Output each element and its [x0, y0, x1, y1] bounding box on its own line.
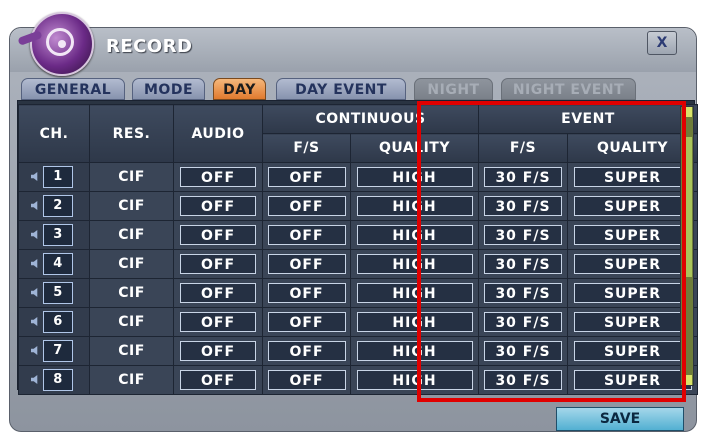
channel-cell[interactable]: 6	[18, 307, 90, 337]
continuous-fs-select[interactable]: OFF	[267, 341, 346, 361]
res-cell: CIF	[89, 278, 174, 308]
speaker-icon	[31, 375, 38, 384]
channel-button[interactable]: 6	[31, 311, 73, 333]
audio-cell: OFF	[173, 336, 263, 366]
channel-cell[interactable]: 3	[18, 220, 90, 250]
speaker-icon	[31, 230, 38, 239]
channel-button[interactable]: 7	[31, 340, 73, 362]
res-cell: CIF	[89, 365, 174, 395]
channel-cell[interactable]: 4	[18, 249, 90, 279]
continuous-fs-select[interactable]: OFF	[267, 283, 346, 303]
cont-fs-cell: OFF	[262, 365, 351, 395]
channel-number: 8	[53, 372, 63, 387]
audio-select[interactable]: OFF	[180, 370, 256, 390]
continuous-fs-select[interactable]: OFF	[267, 167, 346, 187]
close-button[interactable]: X	[647, 31, 677, 55]
speaker-icon	[31, 346, 38, 355]
channel-button[interactable]: 8	[31, 369, 73, 391]
channel-button[interactable]: 1	[31, 166, 73, 188]
audio-select[interactable]: OFF	[180, 341, 256, 361]
channel-number: 7	[53, 343, 63, 358]
channel-button[interactable]: 2	[31, 195, 73, 217]
speaker-icon	[31, 172, 38, 181]
channel-number: 6	[53, 314, 63, 329]
tab-day[interactable]: DAY	[213, 78, 266, 100]
audio-cell: OFF	[173, 220, 263, 250]
cont-fs-cell: OFF	[262, 191, 351, 221]
audio-select[interactable]: OFF	[180, 167, 256, 187]
tab-night-event: NIGHT EVENT	[501, 78, 636, 100]
audio-cell: OFF	[173, 249, 263, 279]
audio-cell: OFF	[173, 307, 263, 337]
disc-logo-icon	[17, 12, 94, 76]
continuous-fs-select[interactable]: OFF	[267, 370, 346, 390]
cont-fs-cell: OFF	[262, 336, 351, 366]
cont-fs-cell: OFF	[262, 249, 351, 279]
channel-button[interactable]: 3	[31, 224, 73, 246]
tab-mode[interactable]: MODE	[132, 78, 205, 100]
channel-button[interactable]: 5	[31, 282, 73, 304]
cont-fs-cell: OFF	[262, 278, 351, 308]
channel-cell[interactable]: 7	[18, 336, 90, 366]
res-cell: CIF	[89, 336, 174, 366]
audio-cell: OFF	[173, 191, 263, 221]
window-title: RECORD	[106, 36, 193, 57]
res-cell: CIF	[89, 249, 174, 279]
channel-number: 3	[53, 227, 63, 242]
channel-button[interactable]: 4	[31, 253, 73, 275]
channel-cell[interactable]: 5	[18, 278, 90, 308]
res-cell: CIF	[89, 220, 174, 250]
header-cont-fs: F/S	[262, 133, 351, 163]
speaker-icon	[31, 288, 38, 297]
res-cell: CIF	[89, 307, 174, 337]
audio-select[interactable]: OFF	[180, 196, 256, 216]
speaker-icon	[31, 201, 38, 210]
header-res: RES.	[89, 104, 174, 163]
header-ch: CH.	[18, 104, 90, 163]
audio-cell: OFF	[173, 162, 263, 192]
channel-number: 5	[53, 285, 63, 300]
channel-number: 1	[53, 169, 63, 184]
channel-number: 4	[53, 256, 63, 271]
channel-cell[interactable]: 1	[18, 162, 90, 192]
save-button[interactable]: SAVE	[556, 407, 684, 431]
audio-cell: OFF	[173, 365, 263, 395]
audio-select[interactable]: OFF	[180, 283, 256, 303]
speaker-icon	[31, 317, 38, 326]
continuous-fs-select[interactable]: OFF	[267, 312, 346, 332]
res-cell: CIF	[89, 162, 174, 192]
cont-fs-cell: OFF	[262, 307, 351, 337]
cont-fs-cell: OFF	[262, 220, 351, 250]
continuous-fs-select[interactable]: OFF	[267, 225, 346, 245]
audio-cell: OFF	[173, 278, 263, 308]
tab-general[interactable]: GENERAL	[21, 78, 125, 100]
speaker-icon	[31, 259, 38, 268]
header-audio: AUDIO	[173, 104, 263, 163]
audio-select[interactable]: OFF	[180, 254, 256, 274]
channel-cell[interactable]: 8	[18, 365, 90, 395]
highlight-box	[417, 101, 686, 402]
tab-night: NIGHT	[414, 78, 493, 100]
continuous-fs-select[interactable]: OFF	[267, 254, 346, 274]
audio-select[interactable]: OFF	[180, 312, 256, 332]
title-bar: RECORD X	[10, 28, 696, 72]
audio-select[interactable]: OFF	[180, 225, 256, 245]
channel-cell[interactable]: 2	[18, 191, 90, 221]
continuous-fs-select[interactable]: OFF	[267, 196, 346, 216]
tab-day-event[interactable]: DAY EVENT	[276, 78, 406, 100]
res-cell: CIF	[89, 191, 174, 221]
channel-number: 2	[53, 198, 63, 213]
cont-fs-cell: OFF	[262, 162, 351, 192]
